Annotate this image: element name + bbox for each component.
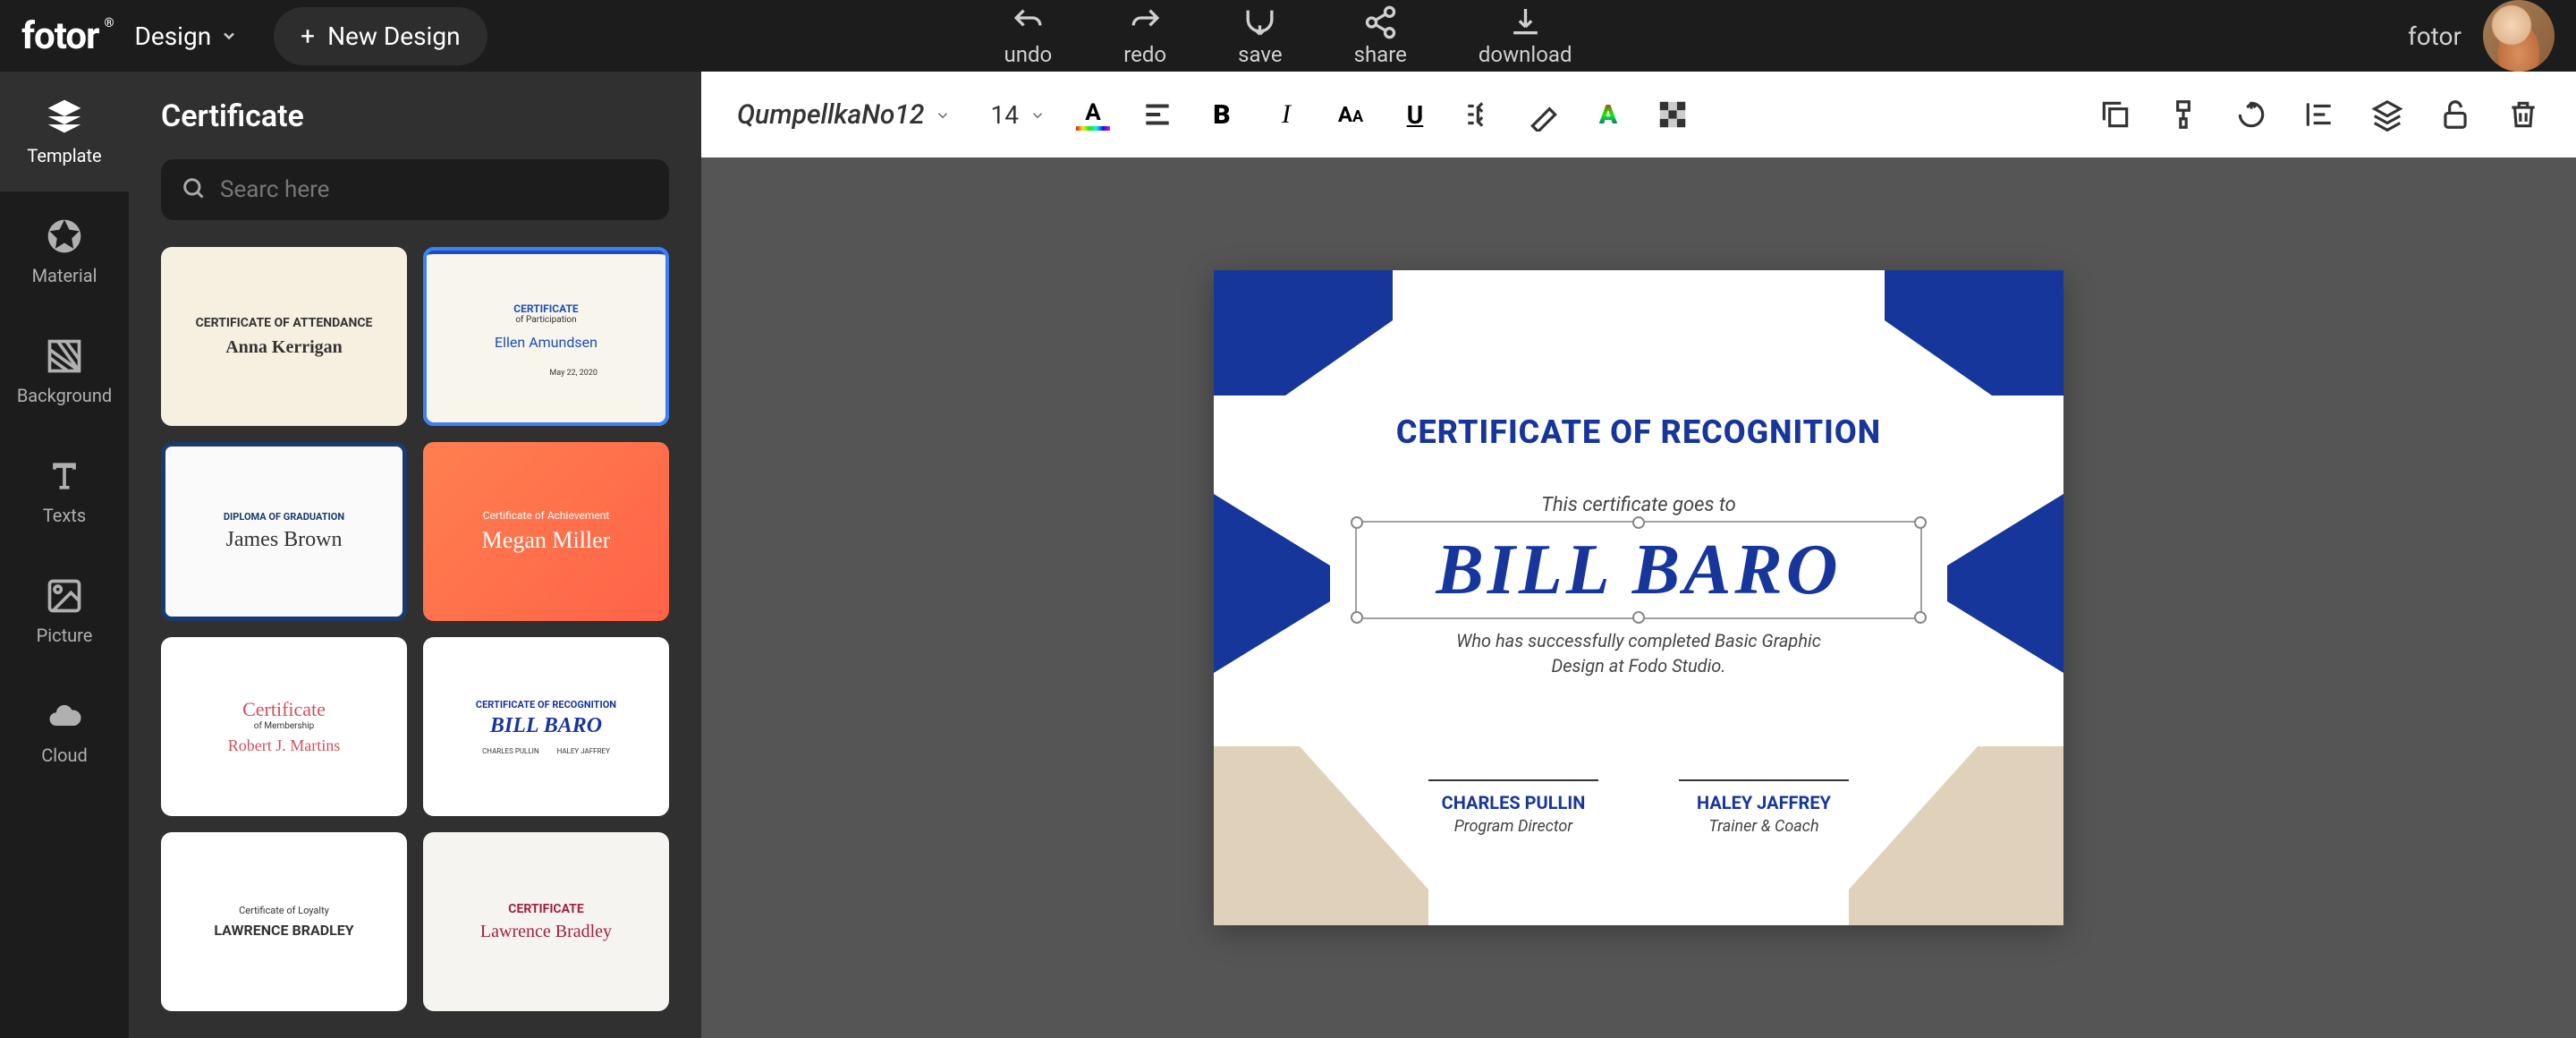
template-card[interactable]: DIPLOMA OF GRADUATIONJames Brown xyxy=(161,442,407,621)
italic-button[interactable]: I xyxy=(1269,98,1303,132)
redo-label: redo xyxy=(1123,42,1166,67)
align-objects-button[interactable] xyxy=(2302,98,2336,132)
text-color-button[interactable]: A xyxy=(1076,98,1110,132)
new-design-button[interactable]: + New Design xyxy=(274,7,487,65)
nav-picture[interactable]: Picture xyxy=(0,551,129,671)
top-bar: fotor® Design + New Design undo redo sav… xyxy=(0,0,2576,72)
resize-handle[interactable] xyxy=(1632,611,1645,624)
share-button[interactable]: share xyxy=(1354,4,1407,67)
signature-block[interactable]: CHARLES PULLIN Program Director xyxy=(1428,779,1598,836)
signature-line xyxy=(1428,779,1598,781)
signature-role: Trainer & Coach xyxy=(1679,817,1849,836)
undo-label: undo xyxy=(1004,42,1053,67)
plus-icon: + xyxy=(301,21,315,51)
nav-background[interactable]: Background xyxy=(0,311,129,431)
certificate-recipient[interactable]: BILL BARO xyxy=(1436,530,1841,611)
template-card[interactable]: CERTIFICATE OF RECOGNITIONBILL BAROCHARL… xyxy=(423,637,669,816)
signatures: CHARLES PULLIN Program Director HALEY JA… xyxy=(1214,779,2063,836)
logo-text: fotor xyxy=(21,14,99,58)
undo-button[interactable]: undo xyxy=(1004,4,1053,67)
font-size-value: 14 xyxy=(990,100,1018,130)
nav-cloud-label: Cloud xyxy=(41,744,88,766)
delete-button[interactable] xyxy=(2506,98,2540,132)
nav-template-label: Template xyxy=(27,145,101,166)
logo[interactable]: fotor® xyxy=(21,14,99,58)
save-button[interactable]: save xyxy=(1238,4,1282,67)
highlight-button[interactable] xyxy=(1527,98,1561,132)
main: Template Material Background Texts Pictu… xyxy=(0,72,2576,1038)
new-design-label: New Design xyxy=(327,21,460,51)
redo-button[interactable]: redo xyxy=(1123,4,1166,67)
certificate-heading[interactable]: CERTIFICATE OF RECOGNITION xyxy=(1214,413,2063,451)
topbar-right: fotor xyxy=(2408,0,2555,72)
nav-picture-label: Picture xyxy=(37,625,93,646)
canvas-area: QumpellkaNo12 14 A B I AA U A xyxy=(701,72,2576,1038)
save-label: save xyxy=(1238,42,1282,67)
template-card[interactable]: CERTIFICATE OF ATTENDANCEAnna Kerrigan xyxy=(161,247,407,426)
gradient-text-button[interactable]: A xyxy=(1591,98,1625,132)
layers-button[interactable] xyxy=(2370,98,2404,132)
opacity-button[interactable] xyxy=(1656,98,1690,132)
template-card[interactable]: Certificate of AchievementMegan Miller xyxy=(423,442,669,621)
rotate-button[interactable] xyxy=(2234,98,2268,132)
nav-rail: Template Material Background Texts Pictu… xyxy=(0,72,129,1038)
resize-handle[interactable] xyxy=(1351,516,1363,529)
nav-background-label: Background xyxy=(17,385,112,406)
signature-name: CHARLES PULLIN xyxy=(1428,792,1598,813)
duplicate-button[interactable] xyxy=(2098,98,2132,132)
template-card[interactable]: Certificateof MembershipRobert J. Martin… xyxy=(161,637,407,816)
design-menu[interactable]: Design xyxy=(135,21,239,51)
brand-link[interactable]: fotor xyxy=(2408,21,2462,51)
chevron-down-icon xyxy=(1030,100,1046,130)
template-grid: CERTIFICATE OF ATTENDANCEAnna Kerrigan C… xyxy=(161,247,669,1011)
nav-texts[interactable]: Texts xyxy=(0,431,129,551)
certificate-description[interactable]: Who has successfully completed Basic Gra… xyxy=(1214,628,2063,678)
center-actions: undo redo save share download xyxy=(1004,4,1572,67)
font-size-selector[interactable]: 14 xyxy=(990,100,1045,130)
nav-material-label: Material xyxy=(32,265,97,286)
nav-cloud[interactable]: Cloud xyxy=(0,671,129,791)
template-panel: Certificate CERTIFICATE OF ATTENDANCEAnn… xyxy=(129,72,701,1038)
resize-handle[interactable] xyxy=(1632,516,1645,529)
nav-template[interactable]: Template xyxy=(0,72,129,191)
signature-line xyxy=(1679,779,1849,781)
nav-texts-label: Texts xyxy=(43,505,86,526)
align-button[interactable] xyxy=(1140,98,1174,132)
format-painter-button[interactable] xyxy=(2166,98,2200,132)
certificate-name-selection[interactable]: BILL BARO xyxy=(1355,521,1922,619)
resize-handle[interactable] xyxy=(1351,611,1363,624)
search-input[interactable] xyxy=(220,176,649,203)
certificate-subheading[interactable]: This certificate goes to xyxy=(1214,494,2063,516)
search-icon xyxy=(181,175,206,204)
download-button[interactable]: download xyxy=(1479,4,1572,67)
template-card[interactable]: CERTIFICATELawrence Bradley xyxy=(423,832,669,1011)
lock-button[interactable] xyxy=(2438,98,2472,132)
chevron-down-icon xyxy=(935,99,951,131)
search-wrap[interactable] xyxy=(161,159,669,220)
signature-block[interactable]: HALEY JAFFREY Trainer & Coach xyxy=(1679,779,1849,836)
avatar[interactable] xyxy=(2483,0,2555,72)
nav-material[interactable]: Material xyxy=(0,191,129,311)
underline-button[interactable]: U xyxy=(1398,98,1432,132)
signature-role: Program Director xyxy=(1428,817,1598,836)
font-selector[interactable]: QumpellkaNo12 xyxy=(737,99,951,131)
download-label: download xyxy=(1479,42,1572,67)
chevron-down-icon xyxy=(220,21,238,51)
panel-title: Certificate xyxy=(161,98,669,134)
font-name: QumpellkaNo12 xyxy=(737,99,924,131)
text-toolbar: QumpellkaNo12 14 A B I AA U A xyxy=(701,72,2576,157)
template-card[interactable]: Certificate of LoyaltyLAWRENCE BRADLEY xyxy=(161,832,407,1011)
text-case-button[interactable]: AA xyxy=(1334,98,1368,132)
resize-handle[interactable] xyxy=(1914,516,1927,529)
resize-handle[interactable] xyxy=(1914,611,1927,624)
canvas-stage[interactable]: CERTIFICATE OF RECOGNITION This certific… xyxy=(701,157,2576,1038)
spacing-button[interactable] xyxy=(1462,98,1496,132)
bold-button[interactable]: B xyxy=(1205,98,1239,132)
template-card[interactable]: CERTIFICATEof ParticipationEllen Amundse… xyxy=(423,247,669,426)
certificate-canvas[interactable]: CERTIFICATE OF RECOGNITION This certific… xyxy=(1214,270,2063,925)
signature-name: HALEY JAFFREY xyxy=(1679,792,1849,813)
design-menu-label: Design xyxy=(135,21,212,51)
share-label: share xyxy=(1354,42,1407,67)
